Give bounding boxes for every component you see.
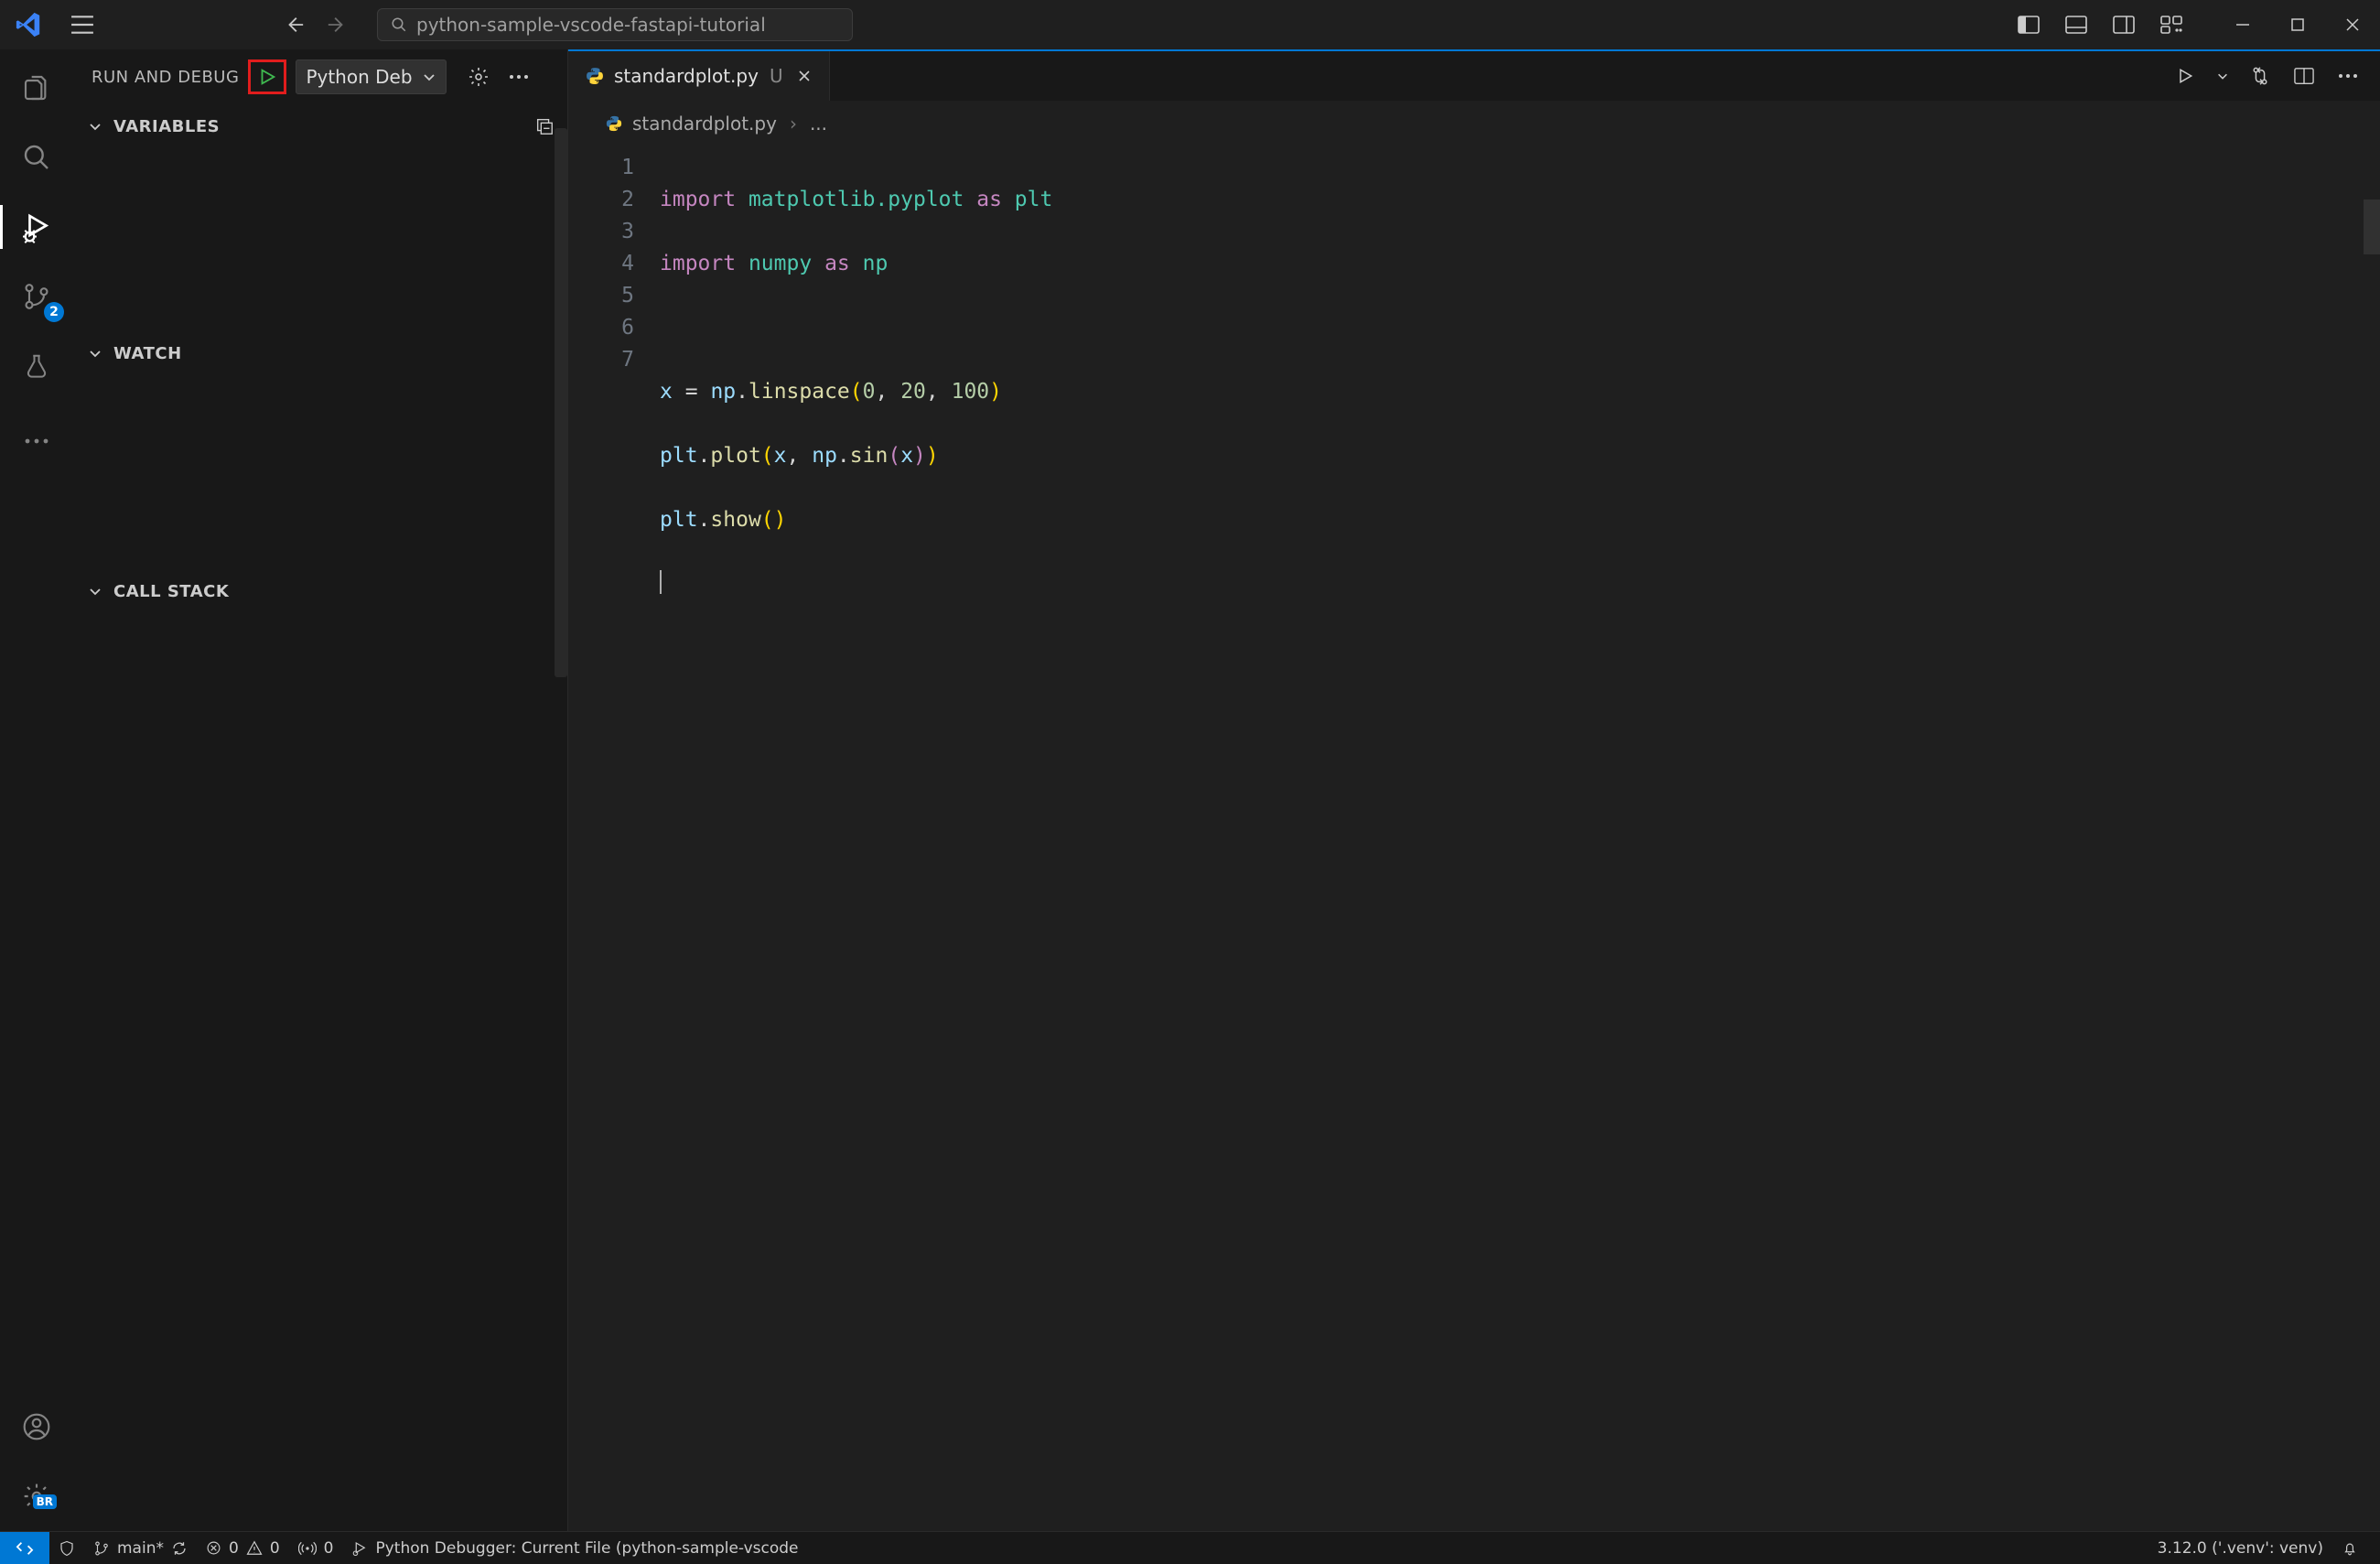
debug-panel-title: RUN AND DEBUG	[92, 68, 239, 87]
code-editor[interactable]: 1 2 3 4 5 6 7 import matplotlib.pyplot a…	[568, 146, 2380, 1531]
testing-activity[interactable]	[15, 348, 59, 384]
sync-icon	[171, 1540, 188, 1557]
bell-icon	[2342, 1540, 2358, 1557]
status-python-interpreter[interactable]: 3.12.0 ('.venv': venv)	[2148, 1539, 2332, 1558]
split-editor-button[interactable]	[2290, 62, 2318, 90]
toggle-panel-button[interactable]	[2058, 6, 2095, 43]
open-launch-json-button[interactable]	[465, 63, 492, 91]
search-activity[interactable]	[15, 139, 59, 176]
editor-tab-bar: standardplot.py U	[568, 49, 2380, 101]
debug-config-selected: Python Deb	[306, 66, 412, 88]
manage-activity[interactable]: BR	[15, 1478, 59, 1515]
chevron-right-icon: ›	[790, 113, 797, 135]
nav-back-button[interactable]	[276, 6, 313, 43]
chevron-down-icon	[86, 117, 104, 135]
status-branch[interactable]: main*	[84, 1539, 197, 1558]
shield-icon	[59, 1540, 75, 1557]
scm-badge: 2	[44, 302, 64, 322]
toggle-secondary-sidebar-button[interactable]	[2105, 6, 2142, 43]
nav-forward-button[interactable]	[318, 6, 355, 43]
chevron-down-icon	[86, 344, 104, 362]
chevron-down-icon	[422, 70, 436, 84]
status-debug-target[interactable]: Python Debugger: Current File (python-sa…	[342, 1539, 807, 1558]
debug-panel-more-button[interactable]	[505, 63, 533, 91]
variables-label: VARIABLES	[113, 117, 220, 136]
python-file-icon	[585, 66, 605, 86]
title-bar: python-sample-vscode-fastapi-tutorial	[0, 0, 2380, 49]
start-debugging-highlight	[248, 59, 286, 94]
accounts-activity[interactable]	[15, 1408, 59, 1445]
radio-tower-icon	[298, 1541, 317, 1556]
run-file-button[interactable]	[2171, 62, 2199, 90]
line-number-gutter: 1 2 3 4 5 6 7	[568, 152, 660, 1531]
breadcrumb-tail: ...	[810, 113, 827, 135]
window-maximize-button[interactable]	[2274, 6, 2321, 43]
window-close-button[interactable]	[2329, 6, 2376, 43]
debug-sidebar: RUN AND DEBUG Python Deb VARIABLES	[73, 49, 567, 1531]
variables-section-header[interactable]: VARIABLES	[73, 104, 567, 148]
window-minimize-button[interactable]	[2219, 6, 2267, 43]
status-bar: main* 0 0 0 Python Debugger: Current Fil…	[0, 1531, 2380, 1564]
git-branch-icon	[93, 1540, 110, 1557]
additional-views-activity[interactable]	[15, 423, 59, 459]
run-debug-activity[interactable]	[15, 209, 59, 245]
debug-alt-icon	[351, 1540, 368, 1557]
remote-indicator[interactable]	[0, 1532, 49, 1564]
nav-history	[276, 6, 355, 43]
status-ports[interactable]: 0	[289, 1539, 343, 1558]
callstack-section-header[interactable]: CALL STACK	[73, 569, 567, 613]
minimap-slider[interactable]	[2364, 200, 2380, 254]
editor-group: standardplot.py U standardplot.py › ...	[567, 49, 2380, 1531]
app-menu-button[interactable]	[60, 16, 104, 34]
chevron-down-icon	[86, 582, 104, 600]
toggle-primary-sidebar-button[interactable]	[2010, 6, 2047, 43]
status-problems[interactable]: 0 0	[197, 1539, 289, 1558]
warning-icon	[246, 1540, 263, 1556]
sidebar-scrollbar[interactable]	[555, 128, 567, 677]
customize-layout-button[interactable]	[2153, 6, 2190, 43]
vscode-logo-icon	[4, 11, 53, 38]
status-trust[interactable]	[49, 1540, 84, 1557]
explorer-activity[interactable]	[15, 70, 59, 106]
collapse-all-icon[interactable]	[534, 116, 555, 136]
watch-section: WATCH	[73, 331, 567, 569]
run-file-dropdown[interactable]	[2215, 62, 2230, 90]
tab-modified-marker: U	[770, 65, 783, 87]
breadcrumb[interactable]: standardplot.py › ...	[568, 101, 2380, 146]
error-icon	[206, 1540, 221, 1556]
code-content: import matplotlib.pyplot as plt import n…	[660, 152, 2380, 1531]
command-center[interactable]: python-sample-vscode-fastapi-tutorial	[377, 8, 853, 41]
python-file-icon	[605, 114, 623, 133]
callstack-section: CALL STACK	[73, 569, 567, 1531]
watch-section-header[interactable]: WATCH	[73, 331, 567, 375]
editor-more-button[interactable]	[2334, 62, 2362, 90]
callstack-label: CALL STACK	[113, 582, 229, 601]
editor-tab[interactable]: standardplot.py U	[568, 51, 830, 101]
cursor	[660, 570, 662, 594]
manage-badge: BR	[33, 1494, 57, 1509]
status-notifications[interactable]	[2332, 1540, 2367, 1557]
start-debugging-button[interactable]	[253, 63, 281, 91]
source-control-activity[interactable]: 2	[15, 278, 59, 315]
variables-section: VARIABLES	[73, 104, 567, 331]
compare-changes-button[interactable]	[2246, 62, 2274, 90]
activity-bar: 2 BR	[0, 49, 73, 1531]
tab-file-name: standardplot.py	[614, 65, 759, 87]
watch-label: WATCH	[113, 344, 182, 363]
debug-config-selector[interactable]: Python Deb	[296, 59, 446, 94]
tab-close-button[interactable]	[796, 68, 813, 84]
search-icon	[391, 16, 407, 33]
search-placeholder: python-sample-vscode-fastapi-tutorial	[416, 14, 766, 36]
breadcrumb-file: standardplot.py	[632, 113, 777, 135]
